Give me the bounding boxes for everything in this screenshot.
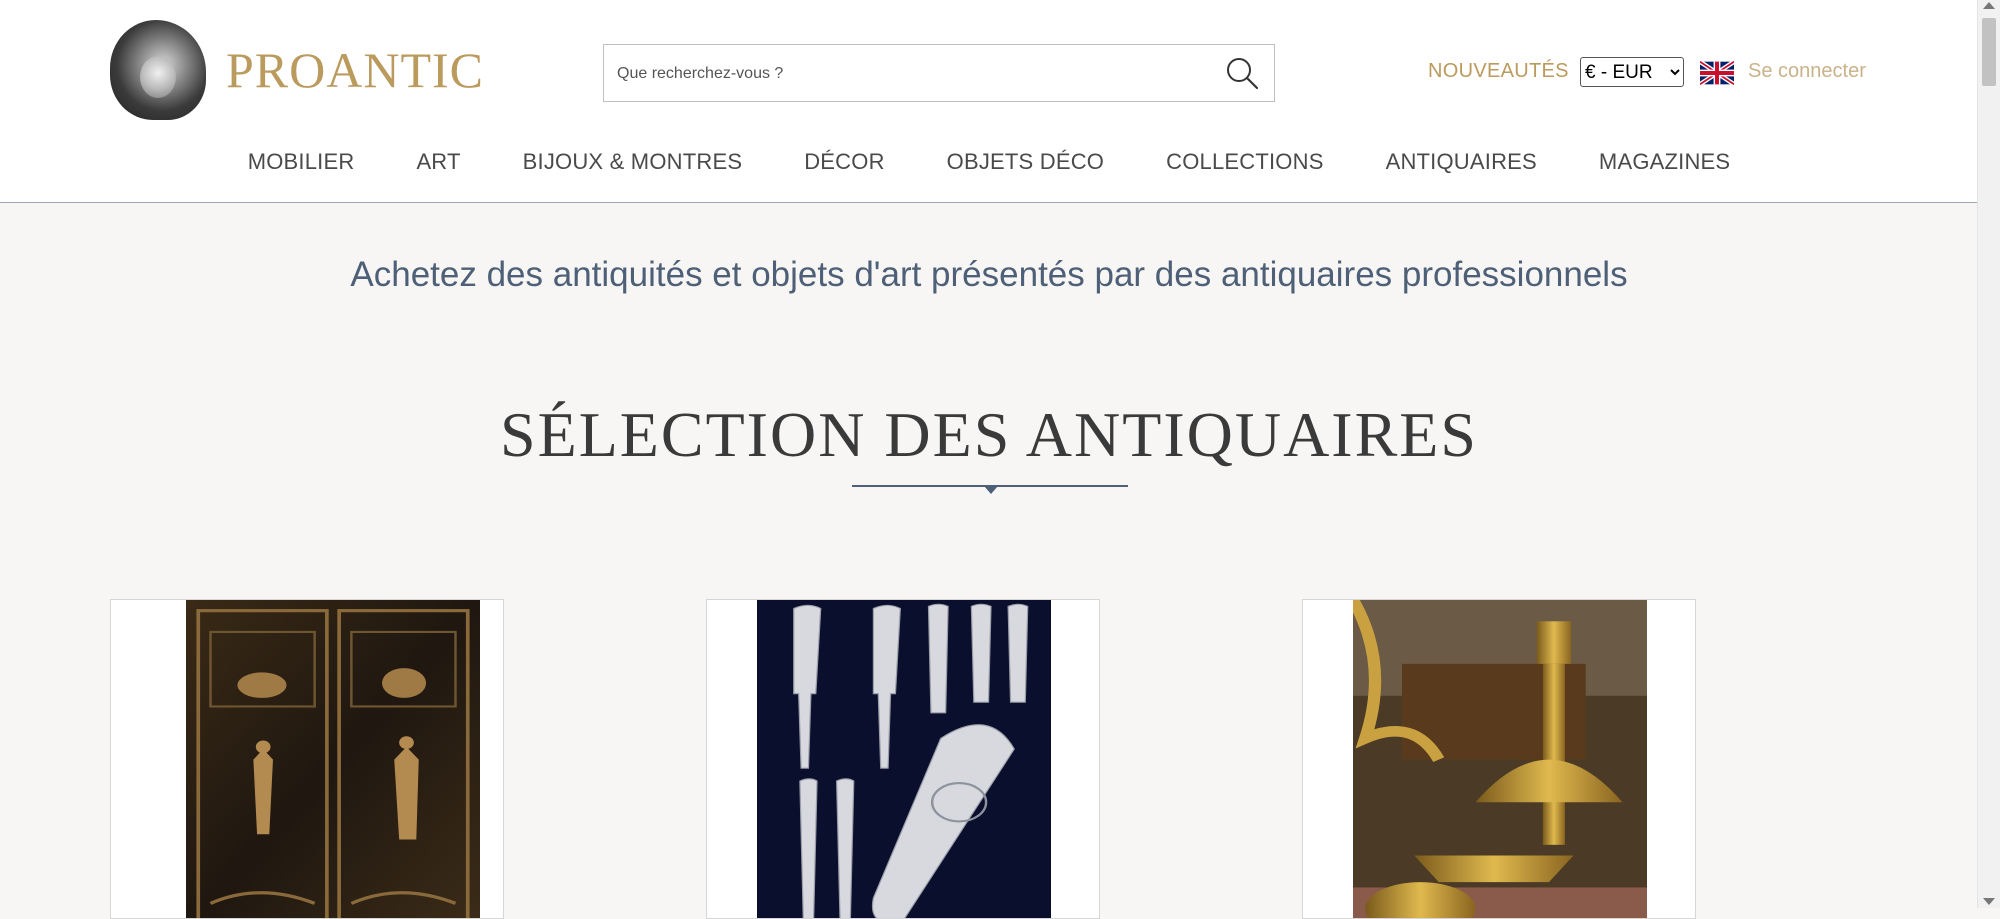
search-icon[interactable] [1224,55,1260,91]
nav-item-antiquaires[interactable]: ANTIQUAIRES [1386,149,1537,175]
search-input[interactable] [604,45,1219,103]
main-nav: MOBILIER ART BIJOUX & MONTRES DÉCOR OBJE… [0,149,1978,175]
product-card[interactable] [1302,599,1696,919]
tagline: Achetez des antiquités et objets d'art p… [350,255,1628,294]
nav-item-bijoux-montres[interactable]: BIJOUX & MONTRES [523,149,743,175]
currency-select[interactable]: € - EUR [1580,57,1684,87]
search-bar [603,44,1275,103]
new-arrivals-link[interactable]: NOUVEAUTÉS [1428,60,1569,83]
product-card[interactable] [706,599,1100,919]
scroll-thumb[interactable] [1982,18,1996,86]
product-card[interactable] [110,599,504,919]
gilt-bronze-candlestick-image [1353,600,1647,918]
nav-item-decor[interactable]: DÉCOR [804,149,884,175]
section-title: SÉLECTION DES ANTIQUAIRES [500,399,1478,470]
nav-item-art[interactable]: ART [416,149,460,175]
nav-item-mobilier[interactable]: MOBILIER [248,149,355,175]
painted-cabinet-image [186,600,480,918]
page-scrollbar[interactable] [1977,0,2000,908]
silver-cutlery-image [757,600,1051,918]
logo-text: PROANTIC [226,42,485,98]
nav-item-objets-deco[interactable]: OBJETS DÉCO [947,149,1104,175]
login-link[interactable]: Se connecter [1748,60,1866,83]
logo-bust-icon [110,20,206,120]
site-header: PROANTIC NOUVEAUTÉS € - EUR Se connecter… [0,0,1978,203]
nav-item-collections[interactable]: COLLECTIONS [1166,149,1323,175]
scroll-down-icon[interactable] [1983,898,1995,905]
uk-flag-icon[interactable] [1700,61,1734,85]
logo[interactable]: PROANTIC [110,20,484,120]
scroll-up-icon[interactable] [1983,2,1995,9]
nav-item-magazines[interactable]: MAGAZINES [1599,149,1730,175]
divider-arrow-icon [984,486,998,494]
